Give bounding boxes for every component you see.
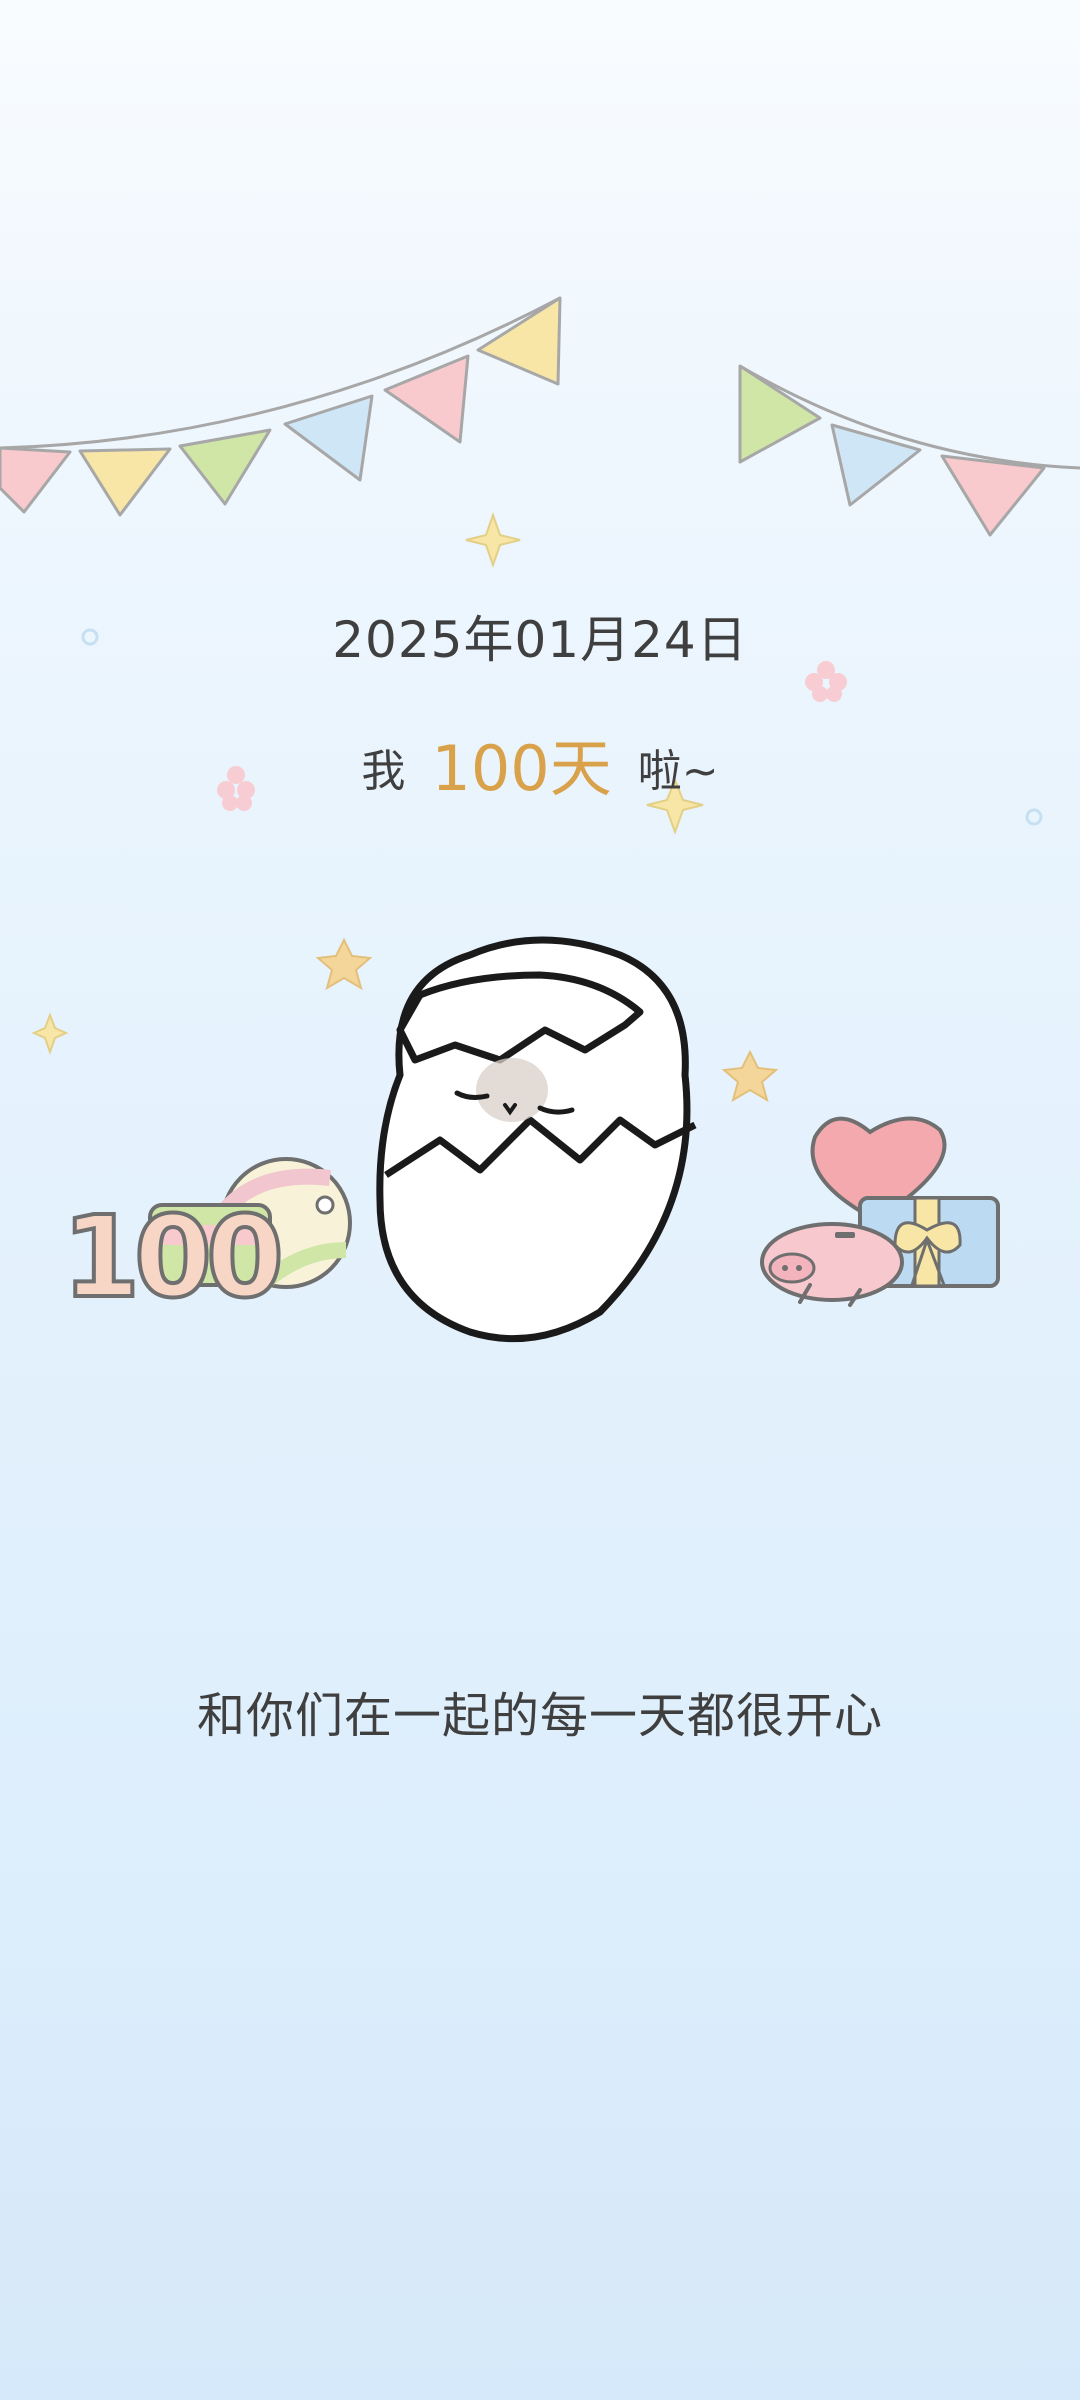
pig-icon	[760, 1222, 904, 1307]
message-text: 和你们在一起的每一天都很开心	[196, 1688, 883, 1744]
gift-group	[760, 1116, 1000, 1307]
